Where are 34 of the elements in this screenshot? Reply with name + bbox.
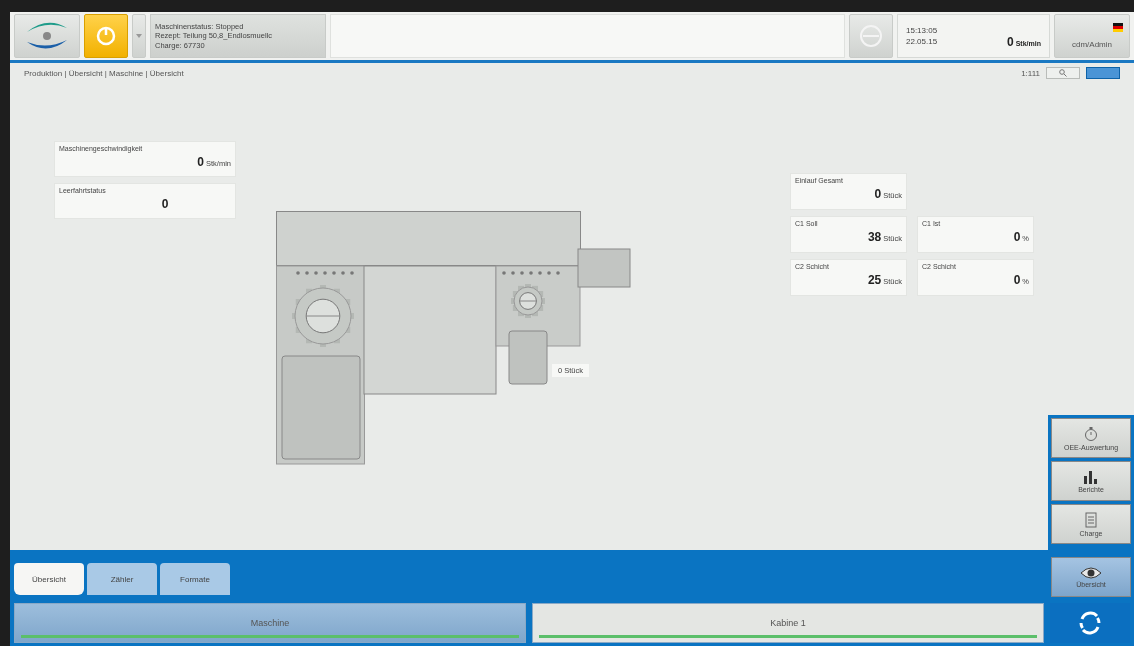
dropdown-button[interactable] bbox=[132, 14, 146, 58]
power-button[interactable] bbox=[84, 14, 128, 58]
view-button[interactable] bbox=[1086, 67, 1120, 79]
card-value: 0 bbox=[161, 197, 169, 211]
section-button[interactable]: Kabine 1 bbox=[532, 603, 1044, 643]
tab[interactable]: Übersicht bbox=[14, 563, 84, 595]
date-text: 22.05.15 bbox=[906, 37, 938, 46]
card-value: 0 bbox=[1013, 273, 1021, 287]
zoom-label: 1:111 bbox=[1021, 68, 1040, 78]
tab[interactable]: Formate bbox=[160, 563, 230, 595]
flag-icon bbox=[1113, 23, 1123, 32]
bar-chart-icon bbox=[1083, 469, 1099, 484]
time-text: 15:13:05 bbox=[906, 26, 938, 35]
user-button[interactable]: cdm/Admin bbox=[1054, 14, 1130, 58]
breadcrumb: Produktion | Übersicht | Maschine | Übersicht bbox=[24, 68, 185, 78]
power-icon bbox=[95, 25, 117, 47]
document-icon bbox=[1085, 511, 1097, 528]
menu-button[interactable] bbox=[849, 14, 893, 58]
rate-value: 0 bbox=[1007, 35, 1014, 49]
caret-icon bbox=[136, 34, 142, 38]
card-value: 0 bbox=[1013, 230, 1021, 244]
card-value: 38 bbox=[867, 230, 882, 244]
stopwatch-icon bbox=[1084, 425, 1098, 442]
section-button[interactable]: Maschine bbox=[14, 603, 526, 643]
eye-icon bbox=[1080, 566, 1102, 579]
refresh-button[interactable] bbox=[1050, 603, 1130, 643]
card-value: 0 bbox=[874, 187, 882, 201]
refresh-icon bbox=[1077, 610, 1103, 636]
logo-button[interactable] bbox=[14, 14, 80, 58]
card-value: 0 bbox=[197, 155, 204, 169]
magnifier-icon bbox=[1059, 69, 1067, 77]
tab[interactable]: Zähler bbox=[87, 563, 157, 595]
card-value: 25 bbox=[867, 273, 882, 287]
zoom-button[interactable] bbox=[1046, 67, 1080, 79]
